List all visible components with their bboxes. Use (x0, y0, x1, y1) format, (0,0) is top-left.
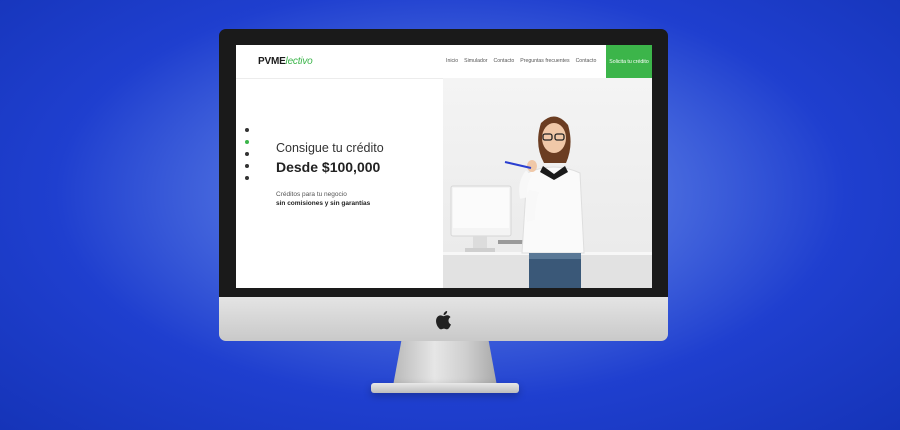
screen-bezel: PVMElectivo Inicio Simulador Contacto Pr… (219, 29, 668, 297)
site-navbar: PVMElectivo Inicio Simulador Contacto Pr… (236, 45, 652, 79)
cta-button[interactable]: Solicita tu crédito (606, 45, 652, 78)
slider-dot[interactable] (245, 128, 249, 132)
slider-dot[interactable] (245, 176, 249, 180)
hero-subtitle-bold: sin comisiones y sin garantías (276, 200, 371, 207)
nav-menu: Inicio Simulador Contacto Preguntas frec… (446, 58, 596, 64)
slider-dot-active[interactable] (245, 140, 249, 144)
slider-dot[interactable] (245, 164, 249, 168)
woman-at-desk-illustration (443, 116, 652, 288)
nav-item-preguntas[interactable]: Preguntas frecuentes (520, 58, 569, 64)
slider-dots (245, 128, 249, 180)
slider-dot[interactable] (245, 152, 249, 156)
website-screen: PVMElectivo Inicio Simulador Contacto Pr… (236, 45, 652, 288)
monitor-chin (219, 297, 668, 341)
monitor-stand (393, 341, 497, 386)
hero-subtitle: Créditos para tu negocio (276, 191, 347, 198)
nav-item-inicio[interactable]: Inicio (446, 58, 458, 64)
nav-item-contacto[interactable]: Contacto (493, 58, 514, 64)
site-logo[interactable]: PVMElectivo (258, 56, 313, 67)
nav-item-simulador[interactable]: Simulador (464, 58, 487, 64)
monitor-foot (371, 383, 519, 393)
hero-amount: Desde $100,000 (276, 159, 381, 175)
nav-item-contacto-2[interactable]: Contacto (576, 58, 597, 64)
apple-logo-icon (436, 311, 451, 330)
imac-monitor: PVMElectivo Inicio Simulador Contacto Pr… (219, 29, 668, 341)
hero-headline: Consigue tu crédito (276, 141, 384, 155)
hero-photo (443, 78, 652, 288)
